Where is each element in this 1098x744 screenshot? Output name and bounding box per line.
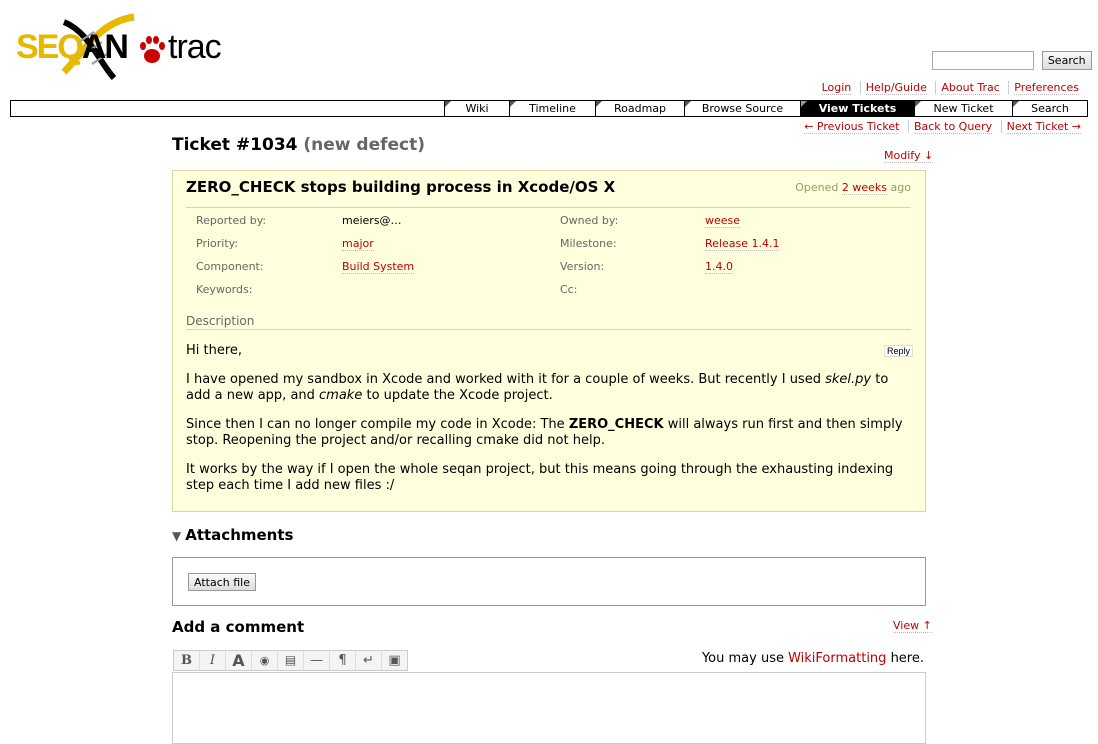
attachments-box: Attach file bbox=[172, 557, 926, 606]
bold-icon[interactable]: B bbox=[174, 651, 200, 670]
reported-by-value: meiers@… bbox=[342, 214, 402, 227]
help-guide-link[interactable]: Help/Guide bbox=[865, 81, 927, 95]
ticket-properties: Reported by: meiers@… Owned by: weese Pr… bbox=[186, 207, 911, 300]
back-to-query-link[interactable]: Back to Query bbox=[913, 120, 993, 134]
italic-icon[interactable]: I bbox=[200, 651, 226, 670]
description-paragraph: Hi there, bbox=[186, 343, 243, 358]
login-link[interactable]: Login bbox=[821, 81, 852, 95]
tab-search[interactable]: Search bbox=[1012, 101, 1087, 116]
keywords-label: Keywords: bbox=[196, 283, 253, 296]
search-form: Search bbox=[932, 51, 1092, 70]
about-trac-link[interactable]: About Trac bbox=[941, 81, 1000, 95]
image-icon[interactable]: ▣ bbox=[382, 651, 407, 670]
property-row: Reported by: meiers@… Owned by: weese bbox=[186, 208, 911, 231]
horizontal-rule-icon[interactable]: — bbox=[304, 651, 330, 670]
logo-trac-text: trac bbox=[168, 28, 222, 66]
ticket-number: Ticket #1034 bbox=[172, 135, 298, 155]
tab-view-tickets[interactable]: View Tickets bbox=[800, 101, 914, 116]
reported-by-label: Reported by: bbox=[196, 214, 267, 227]
description-heading: Description bbox=[186, 314, 911, 330]
description-paragraph: It works by the way if I open the whole … bbox=[186, 462, 894, 493]
property-row: Priority: major Milestone: Release 1.4.1 bbox=[186, 231, 911, 254]
logo-seqan-text: SEQAN bbox=[16, 28, 129, 66]
modify-link[interactable]: Modify ↓ bbox=[884, 149, 934, 163]
tab-timeline[interactable]: Timeline bbox=[509, 101, 595, 116]
preferences-link[interactable]: Preferences bbox=[1014, 81, 1079, 95]
attach-file-button[interactable]: Attach file bbox=[188, 573, 256, 591]
wiki-toolbar: B I A ◉ ▤ — ¶ ↵ ▣ bbox=[173, 650, 408, 671]
search-input[interactable] bbox=[932, 51, 1034, 70]
version-label: Version: bbox=[560, 260, 605, 273]
collapse-triangle-icon[interactable]: ▼ bbox=[172, 529, 181, 543]
milestone-label: Milestone: bbox=[560, 237, 617, 250]
component-link[interactable]: Build System bbox=[342, 260, 415, 274]
paragraph-icon[interactable]: ¶ bbox=[330, 651, 356, 670]
description-paragraph: I have opened my sandbox in Xcode and wo… bbox=[186, 372, 889, 403]
previous-ticket-link[interactable]: ← Previous Ticket bbox=[804, 120, 900, 134]
component-label: Component: bbox=[196, 260, 264, 273]
version-link[interactable]: 1.4.0 bbox=[705, 260, 733, 274]
main-navigation: Wiki Timeline Roadmap Browse Source View… bbox=[10, 100, 1088, 117]
property-row: Component: Build System Version: 1.4.0 bbox=[186, 254, 911, 277]
tab-new-ticket[interactable]: New Ticket bbox=[914, 101, 1012, 116]
context-navigation: ← Previous Ticket Back to Query Next Tic… bbox=[799, 120, 1086, 134]
search-button[interactable]: Search bbox=[1041, 51, 1092, 70]
ticket-summary: ZERO_CHECK stops building process in Xco… bbox=[186, 178, 616, 196]
ticket-box: ZERO_CHECK stops building process in Xco… bbox=[172, 170, 926, 512]
wiki-formatting-link[interactable]: WikiFormatting bbox=[788, 651, 886, 666]
tab-roadmap[interactable]: Roadmap bbox=[595, 101, 684, 116]
meta-navigation: Login Help/Guide About Trac Preferences bbox=[817, 81, 1084, 95]
wiki-formatting-hint: You may use WikiFormatting here. bbox=[701, 651, 924, 666]
view-link[interactable]: View ↑ bbox=[893, 619, 932, 633]
paw-icon bbox=[140, 36, 165, 63]
attachments-heading[interactable]: ▼ Attachments bbox=[172, 526, 293, 544]
link-icon[interactable]: ◉ bbox=[252, 651, 278, 670]
property-row: Keywords: Cc: bbox=[186, 277, 911, 300]
tab-browse-source[interactable]: Browse Source bbox=[684, 101, 800, 116]
description-paragraph: Since then I can no longer compile my co… bbox=[186, 417, 903, 448]
milestone-link[interactable]: Release 1.4.1 bbox=[705, 237, 780, 251]
cc-label: Cc: bbox=[560, 283, 578, 296]
comment-textarea[interactable] bbox=[172, 672, 926, 744]
add-comment-heading: Add a comment bbox=[172, 618, 305, 636]
next-ticket-link[interactable]: Next Ticket → bbox=[1006, 120, 1081, 134]
opened-date-link[interactable]: 2 weeks bbox=[841, 181, 888, 195]
heading-icon[interactable]: A bbox=[226, 651, 252, 670]
priority-link[interactable]: major bbox=[342, 237, 374, 251]
opened-date: Opened 2 weeks ago bbox=[795, 181, 911, 195]
owned-by-label: Owned by: bbox=[560, 214, 619, 227]
owned-by-link[interactable]: weese bbox=[705, 214, 741, 228]
line-break-icon[interactable]: ↵ bbox=[356, 651, 382, 670]
code-block-icon[interactable]: ▤ bbox=[278, 651, 304, 670]
tab-wiki[interactable]: Wiki bbox=[444, 101, 509, 116]
ticket-status: (new defect) bbox=[303, 135, 426, 155]
seqan-trac-logo[interactable]: SEQAN trac bbox=[14, 12, 229, 82]
priority-label: Priority: bbox=[196, 237, 239, 250]
ticket-description: Hi there, I have opened my sandbox in Xc… bbox=[186, 343, 906, 507]
page-title: Ticket #1034 (new defect) bbox=[172, 135, 425, 155]
